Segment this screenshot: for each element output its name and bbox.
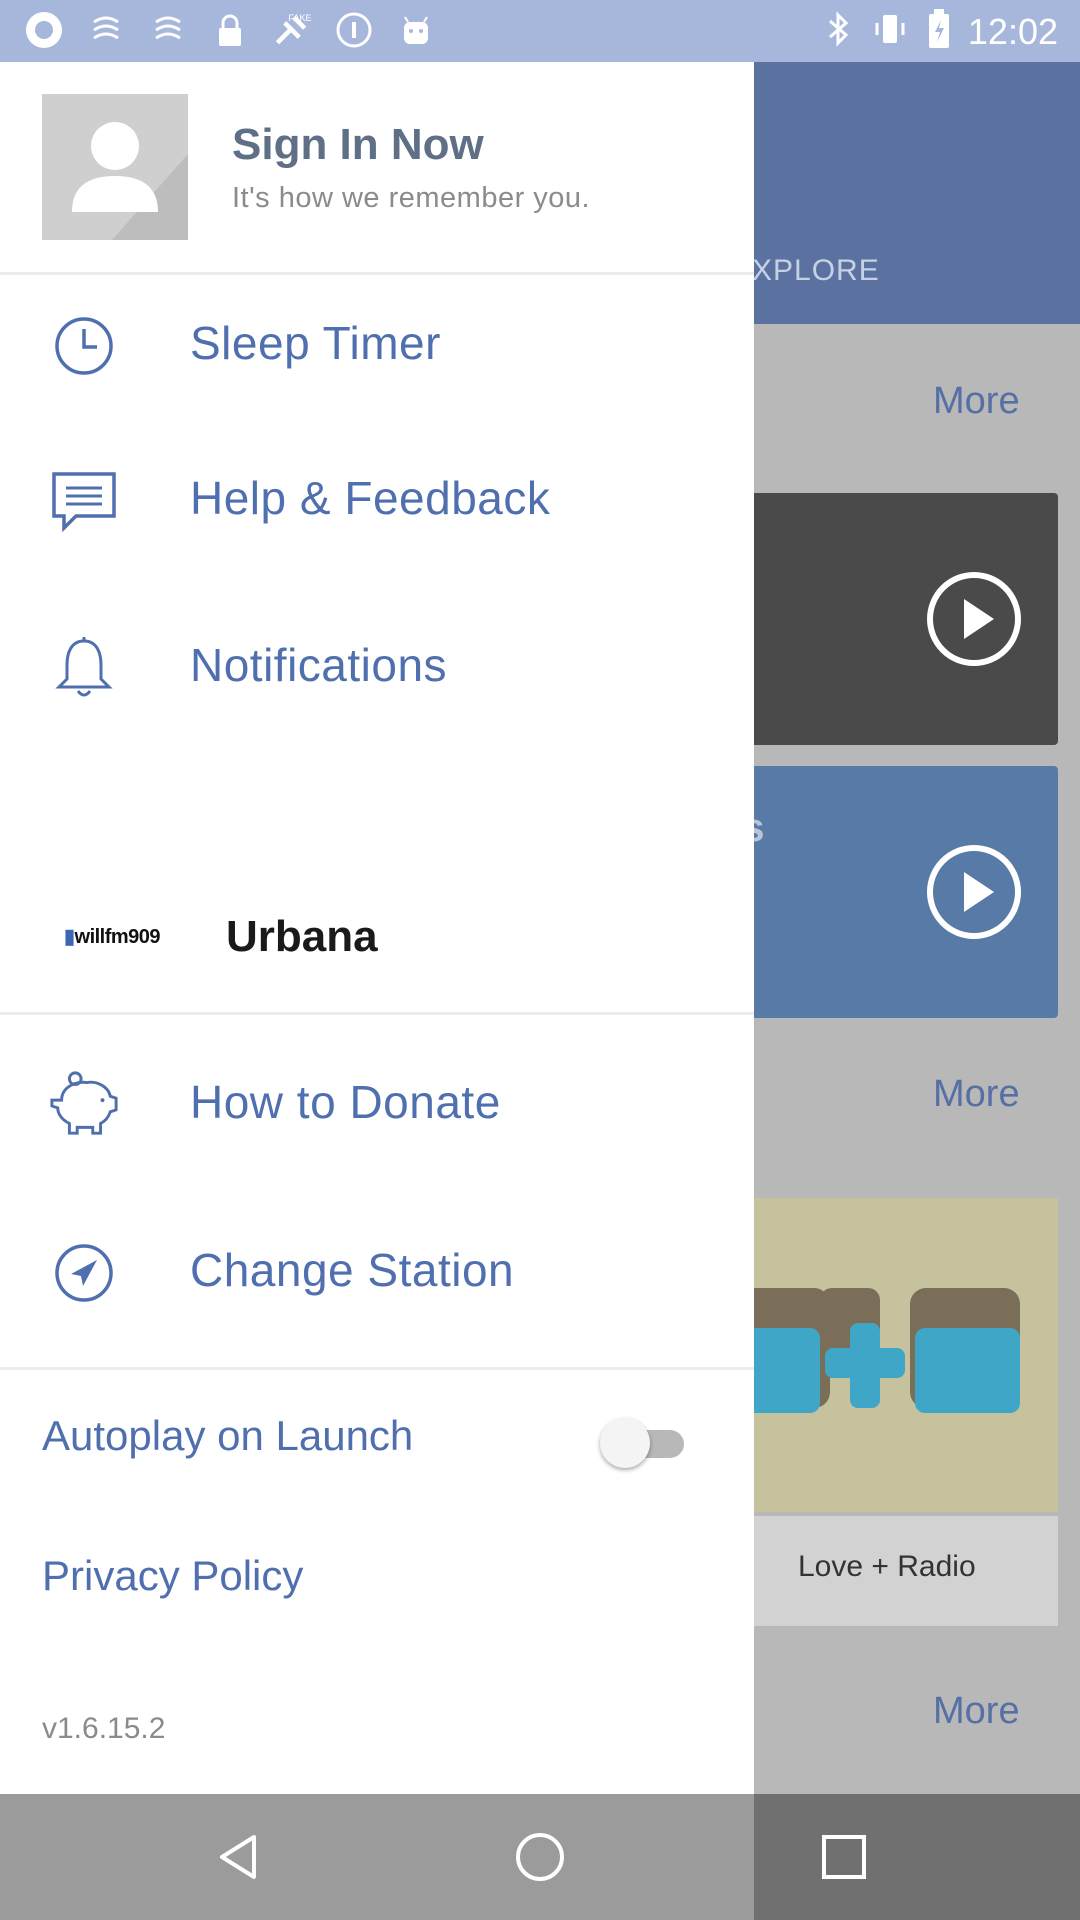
compass-icon [48, 1237, 120, 1309]
navigation-drawer: Sign In Now It's how we remember you. Sl… [0, 62, 754, 1794]
menu-item-notifications[interactable]: Notifications [0, 602, 754, 722]
lock-icon [210, 10, 250, 50]
menu-item-label: Change Station [190, 1244, 515, 1296]
signal-wave-icon [148, 10, 188, 50]
station-logo: ▮willfm909 [64, 924, 161, 949]
bluetooth-icon [824, 9, 854, 54]
signal-wave-icon [86, 10, 126, 50]
fake-label: FAKE [288, 13, 311, 23]
podcast-caption: Love + Radio [798, 1550, 976, 1583]
vibrate-icon [870, 9, 910, 54]
system-nav-bar [0, 1794, 1080, 1920]
divider [0, 1367, 754, 1370]
info-icon [334, 10, 374, 50]
version-label: v1.6.15.2 [42, 1712, 166, 1745]
more-link[interactable]: More [933, 1073, 1020, 1116]
current-station[interactable]: ▮willfm909 Urbana [0, 862, 754, 1015]
sign-in-subtitle: It's how we remember you. [232, 182, 591, 214]
play-icon[interactable] [924, 569, 1024, 669]
station-logo-text: willfm909 [74, 926, 161, 948]
toggle-thumb [600, 1418, 650, 1468]
drawer-header[interactable]: Sign In Now It's how we remember you. [0, 62, 754, 275]
autoplay-label: Autoplay on Launch [42, 1412, 414, 1459]
menu-item-label: Help & Feedback [190, 472, 551, 524]
home-icon[interactable] [500, 1817, 580, 1897]
chat-icon [48, 465, 120, 537]
bell-icon [48, 632, 120, 704]
more-link[interactable]: More [933, 1690, 1020, 1733]
menu-item-label: How to Donate [190, 1076, 501, 1128]
record-icon [24, 10, 64, 50]
sign-in-title[interactable]: Sign In Now [232, 120, 484, 170]
more-link[interactable]: More [933, 380, 1020, 423]
menu-item-donate[interactable]: How to Donate [0, 1039, 754, 1159]
autoplay-toggle[interactable] [600, 1412, 686, 1472]
avatar[interactable] [42, 94, 188, 240]
station-logo-mark: ▮ [64, 926, 75, 948]
privacy-policy-link[interactable]: Privacy Policy [42, 1552, 303, 1600]
nav-bar-scrim [0, 1794, 754, 1920]
clock-icon [48, 310, 120, 382]
back-icon[interactable] [198, 1817, 278, 1897]
status-bar: FAKE 12:02 [0, 0, 1080, 62]
menu-item-sleep-timer[interactable]: Sleep Timer [0, 280, 754, 400]
menu-item-help-feedback[interactable]: Help & Feedback [0, 435, 754, 555]
menu-item-label: Sleep Timer [190, 317, 441, 369]
tab-explore[interactable]: XPLORE [752, 254, 880, 288]
station-name: Urbana [226, 912, 378, 961]
status-time: 12:02 [967, 10, 1058, 52]
play-icon[interactable] [924, 842, 1024, 942]
menu-item-label: Notifications [190, 639, 448, 691]
battery-charging-icon [926, 8, 952, 55]
menu-item-change-station[interactable]: Change Station [0, 1207, 754, 1327]
recents-icon[interactable] [804, 1817, 884, 1897]
fake-gps-icon: FAKE [272, 10, 312, 50]
android-icon [396, 10, 436, 50]
piggy-bank-icon [48, 1069, 120, 1141]
